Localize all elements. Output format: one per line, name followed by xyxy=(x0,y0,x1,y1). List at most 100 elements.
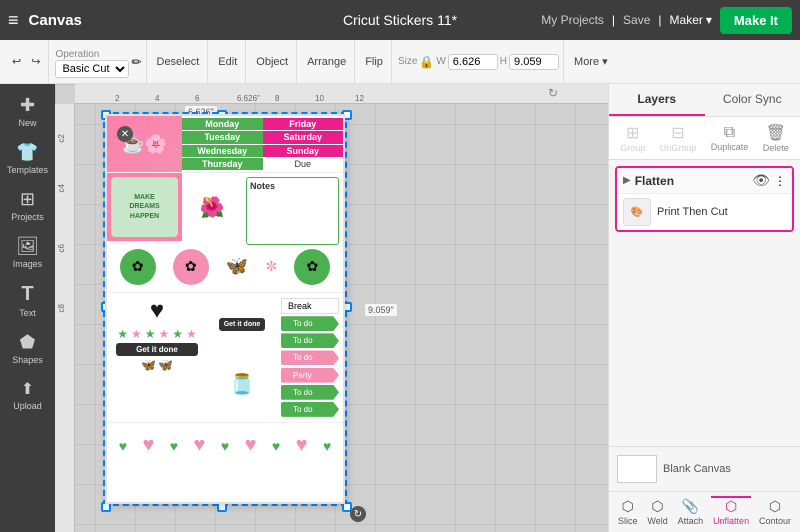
sidebar-item-images[interactable]: 🖼 Images xyxy=(0,230,55,275)
thumb-icon: 🎨 xyxy=(631,207,643,218)
object-button[interactable]: Object xyxy=(252,54,292,70)
width-input[interactable] xyxy=(448,54,498,70)
shapes-icon: ⬟ xyxy=(20,332,36,353)
get-it-done-label: Get it done xyxy=(219,318,266,331)
size-group: Size 🔒 W H xyxy=(394,40,564,83)
heart-pink-3: ♥ xyxy=(245,434,257,457)
heart-green-2: ♥ xyxy=(170,438,178,454)
flip-button[interactable]: Flip xyxy=(361,54,387,70)
star-1: ★ xyxy=(117,327,128,341)
group-button[interactable]: ⊞ Group xyxy=(616,121,649,155)
weld-button[interactable]: ⬡ Weld xyxy=(645,496,669,528)
friday-cell: Friday xyxy=(263,118,344,130)
h-label: H xyxy=(500,56,507,67)
jar-icon: 🫙 xyxy=(230,372,255,397)
save-link[interactable]: Save xyxy=(623,13,650,27)
arrow-stickers: Break To do To do To do Party To do To d… xyxy=(277,293,343,422)
rotate-handle[interactable]: ↻ xyxy=(350,506,366,522)
object-group: Object xyxy=(248,40,297,83)
delete-button[interactable]: 🗑 Delete xyxy=(759,121,793,155)
project-title: Cricut Stickers 11* xyxy=(343,12,457,28)
sidebar-item-shapes[interactable]: ⬟ Shapes xyxy=(0,326,55,371)
operation-select[interactable]: Basic Cut xyxy=(55,60,129,78)
canvas-area[interactable]: 2 4 6 6.626" 8 10 12 ↻ c2 c4 c6 c8 6.626… xyxy=(55,84,608,532)
topbar: ≡ Canvas Cricut Stickers 11* My Projects… xyxy=(0,0,800,40)
sticker-row-2: MAKEDREAMSHAPPEN 🌺 Notes xyxy=(107,172,343,240)
refresh-icon[interactable]: ↻ xyxy=(548,86,558,100)
deselect-group: Deselect xyxy=(149,40,209,83)
contour-icon: ⬡ xyxy=(769,498,781,515)
divider: | xyxy=(612,13,615,27)
sidebar-item-text[interactable]: T Text xyxy=(0,277,55,324)
make-it-button[interactable]: Make It xyxy=(720,7,792,34)
todo-5: To do xyxy=(281,402,339,417)
unflatten-button[interactable]: ⬡ Unflatten xyxy=(711,496,751,528)
flatten-group-header[interactable]: ▶ Flatten 👁 ⋮ xyxy=(617,168,792,193)
flower-icon-4: ✿ xyxy=(294,249,330,285)
slice-button[interactable]: ⬡ Slice xyxy=(616,496,640,528)
star-4: ★ xyxy=(159,327,170,341)
get-it-done-small: Get it done xyxy=(116,343,199,356)
chevron-icon: ▶ xyxy=(623,175,631,186)
redo-button[interactable]: ↪ xyxy=(27,53,44,70)
arrange-button[interactable]: Arrange xyxy=(303,54,350,70)
more-button[interactable]: More ▾ xyxy=(570,53,612,70)
contour-button[interactable]: ⬡ Contour xyxy=(757,496,793,528)
ungroup-icon: ⊟ xyxy=(671,123,684,143)
right-panel: Layers Color Sync ⊞ Group ⊟ UnGroup ⧉ Du… xyxy=(608,84,800,532)
edit-button[interactable]: Edit xyxy=(214,54,241,70)
undo-button[interactable]: ↩ xyxy=(8,53,25,70)
duplicate-button[interactable]: ⧉ Duplicate xyxy=(707,122,753,154)
deselect-button[interactable]: Deselect xyxy=(153,54,204,70)
attach-label: Attach xyxy=(678,516,704,526)
wednesday-cell: Wednesday xyxy=(182,145,263,157)
text-icon: T xyxy=(21,283,33,306)
sunday-cell: Sunday xyxy=(263,145,344,157)
delete-label: Delete xyxy=(763,143,789,153)
heart-green-1: ♥ xyxy=(119,438,127,454)
maker-button[interactable]: Maker ▾ xyxy=(670,13,712,27)
tab-layers[interactable]: Layers xyxy=(609,84,705,116)
lock-icon[interactable]: 🔒 xyxy=(419,55,434,69)
todo-1: To do xyxy=(281,316,339,331)
party-label: Party xyxy=(281,368,339,383)
monday-cell: Monday xyxy=(182,118,263,130)
day-labels-2: Friday Saturday Sunday Due xyxy=(263,116,344,172)
attach-button[interactable]: 📎 Attach xyxy=(676,496,706,528)
flip-group: Flip xyxy=(357,40,392,83)
heart-green-5: ♥ xyxy=(323,438,331,454)
height-input[interactable] xyxy=(509,54,559,70)
sticker-row-5: ♥ ♥ ♥ ♥ ♥ ♥ ♥ ♥ ♥ xyxy=(107,422,343,468)
blank-canvas-area: Blank Canvas xyxy=(609,446,800,491)
sidebar-item-new-label: New xyxy=(18,118,36,128)
sticker-row-3: ✿ ✿ 🦋 ✼ ✿ xyxy=(107,240,343,292)
more-icon[interactable]: ⋮ xyxy=(774,174,786,188)
w-label: W xyxy=(436,56,445,67)
edit-pen-icon: ✏ xyxy=(131,55,141,69)
left-sidebar: ✚ New 👕 Templates ⊞ Projects 🖼 Images T … xyxy=(0,84,55,532)
todo-4: To do xyxy=(281,385,339,400)
layer-item-print-then-cut[interactable]: 🎨 Print Then Cut xyxy=(617,193,792,230)
flatten-group: ▶ Flatten 👁 ⋮ 🎨 Print Then Cut xyxy=(615,166,794,232)
heart-green-4: ♥ xyxy=(272,438,280,454)
sticker-sheet: ☕🌸 Monday Tuesday Wednesday Thursday Fri… xyxy=(105,114,345,504)
tab-color-sync[interactable]: Color Sync xyxy=(705,84,800,116)
sidebar-item-upload[interactable]: ⬆ Upload xyxy=(0,373,55,417)
menu-icon[interactable]: ≡ xyxy=(8,10,19,31)
todo-3: To do xyxy=(281,350,339,365)
sticker-row-1: ☕🌸 Monday Tuesday Wednesday Thursday Fri… xyxy=(107,116,343,172)
sidebar-item-templates[interactable]: 👕 Templates xyxy=(0,136,55,181)
ungroup-button[interactable]: ⊟ UnGroup xyxy=(656,121,701,155)
small-stickers: ★ ★ ★ ★ ★ ★ xyxy=(117,327,197,341)
top-right-controls: My Projects | Save | Maker ▾ Make It xyxy=(541,7,792,34)
sidebar-item-projects[interactable]: ⊞ Projects xyxy=(0,183,55,228)
main-area: ✚ New 👕 Templates ⊞ Projects 🖼 Images T … xyxy=(0,84,800,532)
divider2: | xyxy=(658,13,661,27)
star-2: ★ xyxy=(131,327,142,341)
heart-icon: ♥ xyxy=(150,297,164,325)
close-handle[interactable]: ✕ xyxy=(117,126,133,142)
eye-icon[interactable]: 👁 xyxy=(752,172,770,189)
break-label: Break xyxy=(281,298,339,314)
my-projects-link[interactable]: My Projects xyxy=(541,13,604,27)
sidebar-item-new[interactable]: ✚ New xyxy=(0,89,55,134)
